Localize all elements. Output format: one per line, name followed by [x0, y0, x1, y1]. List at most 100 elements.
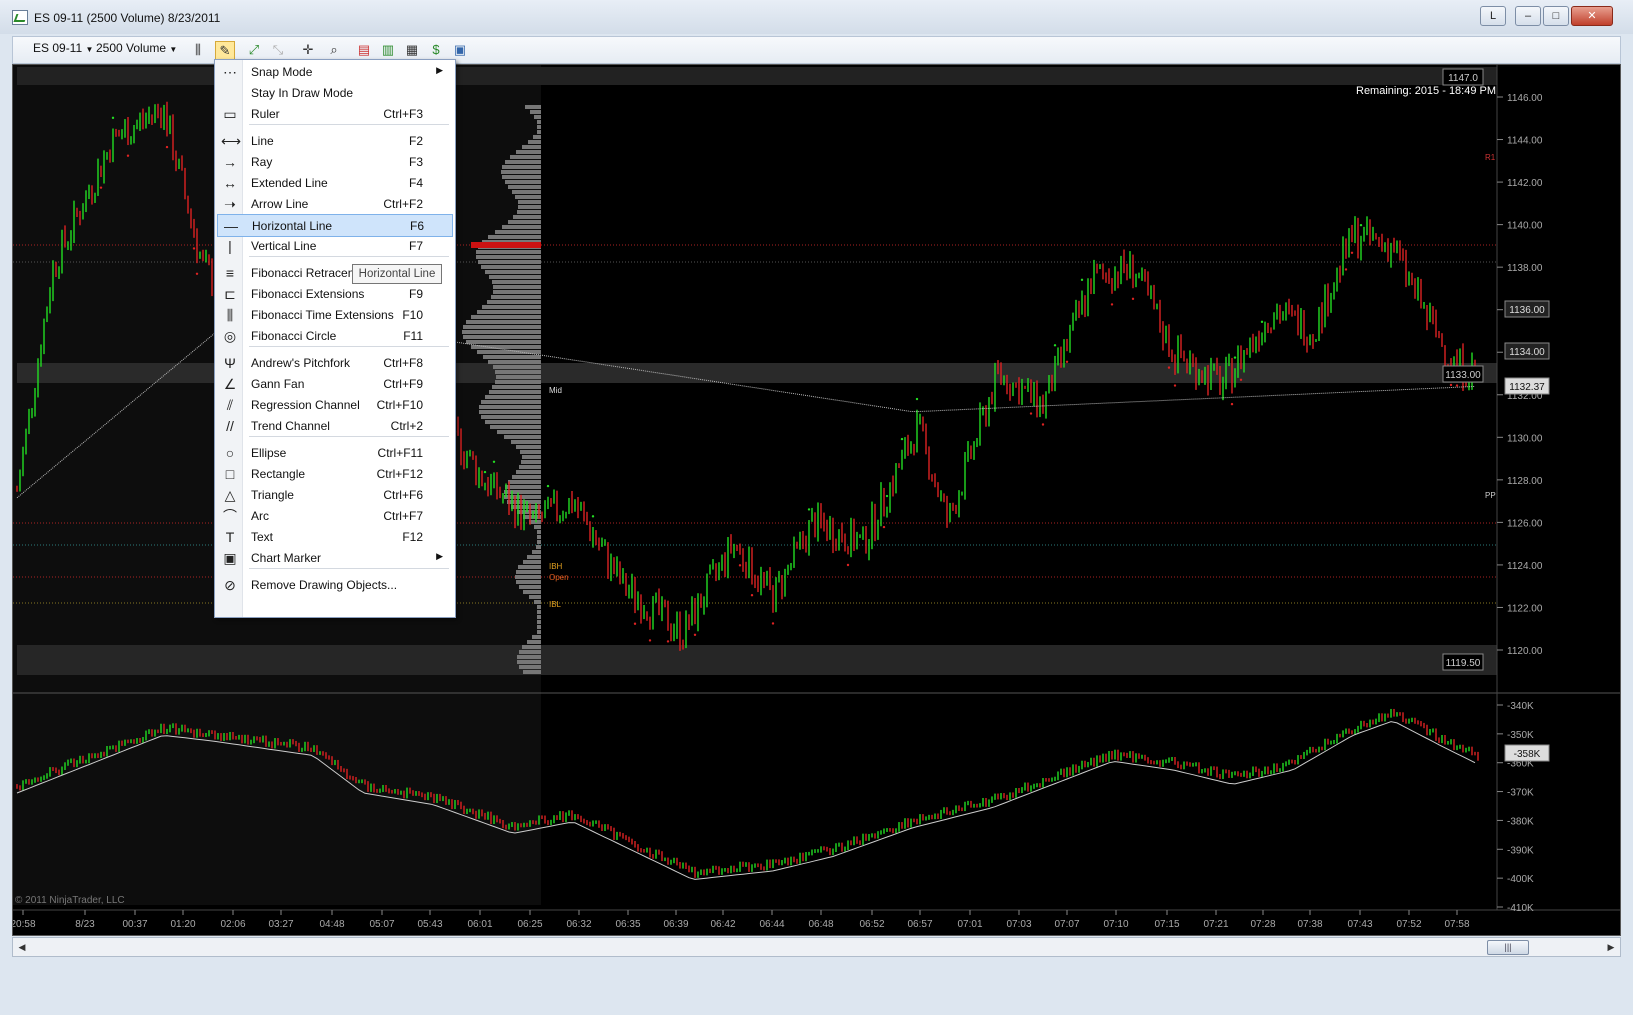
swing-dot: [1131, 297, 1135, 301]
menu-item-fibonacci-time-extensions[interactable]: ⫼ Fibonacci Time Extensions F10: [217, 304, 451, 325]
volume-profile-bar: [525, 105, 541, 109]
volume-profile-bar: [489, 390, 541, 394]
menu-item-ruler[interactable]: ▭ Ruler Ctrl+F3: [217, 103, 451, 124]
time-tick-label: 20:58: [13, 919, 36, 930]
scroll-right-icon[interactable]: ▶: [1604, 940, 1618, 954]
drawing-tools-icon[interactable]: ✎: [215, 41, 235, 61]
volume-profile-bar: [508, 480, 541, 484]
link-button[interactable]: L: [1480, 6, 1506, 26]
templates-icon[interactable]: ▦: [403, 41, 421, 59]
close-button[interactable]: ✕: [1571, 6, 1613, 26]
menu-item-ellipse[interactable]: ○ Ellipse Ctrl+F11: [217, 442, 451, 463]
volume-profile-bar: [537, 530, 541, 534]
indicators-icon[interactable]: ▤: [355, 41, 373, 59]
time-tick-label: 00:37: [122, 919, 147, 930]
period-selector[interactable]: 2500 Volume ▼: [96, 41, 177, 55]
volume-profile-bar: [512, 475, 541, 479]
menu-item-ray[interactable]: → Ray F3: [217, 151, 451, 172]
price-tag-last: 1132.37: [1509, 382, 1545, 393]
volume-profile-bar: [477, 310, 541, 314]
price-tick-label: 1144.00: [1507, 136, 1543, 147]
menu-item-line[interactable]: ⟷ Line F2: [217, 130, 451, 151]
snap-icon: ⋯: [223, 64, 237, 80]
maximize-button[interactable]: □: [1543, 6, 1569, 26]
tooltip: Horizontal Line: [352, 264, 442, 284]
menu-item-shortcut: F4: [408, 176, 423, 190]
swing-dot: [771, 622, 775, 625]
bars-type-icon[interactable]: ⫼: [189, 41, 207, 59]
minimize-button[interactable]: –: [1515, 6, 1541, 26]
swing-dot: [483, 470, 487, 474]
menu-item-fibonacci-circle[interactable]: ◎ Fibonacci Circle F11: [217, 325, 451, 346]
time-tick-label: 07:15: [1154, 919, 1179, 930]
rectangle-icon: □: [225, 466, 235, 482]
scroll-thumb[interactable]: |||: [1487, 940, 1529, 955]
menu-item-label: Fibonacci Extensions: [251, 287, 365, 301]
price-tag-1119: 1119.50: [1446, 658, 1481, 669]
order-entry-icon[interactable]: $: [427, 41, 445, 59]
crosshair-icon[interactable]: ✛: [299, 41, 317, 59]
ibh-label: IBH: [549, 562, 563, 571]
menu-item-label: Stay In Draw Mode: [251, 86, 354, 100]
menu-item-chart-marker[interactable]: ▣ Chart Marker ▶: [217, 547, 451, 568]
menu-item-regression-channel[interactable]: ⫽ Regression Channel Ctrl+F10: [217, 394, 451, 415]
time-tick-label: 02:06: [220, 919, 245, 930]
strategies-icon[interactable]: ▥: [379, 41, 397, 59]
volume-profile-bar: [536, 545, 541, 549]
menu-item-shortcut: Ctrl+F7: [383, 509, 423, 523]
volume-profile-bar: [508, 220, 541, 224]
menu-item-label: Fibonacci Circle: [251, 329, 337, 343]
swing-dot: [648, 639, 652, 642]
r1-label: R1: [1485, 153, 1496, 162]
menu-item-label: Regression Channel: [251, 398, 360, 412]
menu-item-label: Fibonacci Retracem: [251, 266, 358, 280]
horizontal-scrollbar[interactable]: ◀ ||| ▶: [12, 937, 1621, 957]
properties-icon[interactable]: ▣: [451, 41, 469, 59]
price-tick-label: 1126.00: [1507, 518, 1543, 529]
instrument-selector[interactable]: ES 09-11 ▼: [33, 41, 93, 55]
volume-profile-bar: [534, 600, 541, 604]
volume-profile-bar: [502, 165, 541, 169]
menu-item-gann-fan[interactable]: ∠ Gann Fan Ctrl+F9: [217, 373, 451, 394]
menu-item-text[interactable]: T Text F12: [217, 526, 451, 547]
volume-profile-bar: [519, 585, 541, 589]
zoom-in-icon[interactable]: ⤢: [245, 41, 263, 59]
pp-label: PP: [1485, 491, 1496, 500]
menu-item-shortcut: Ctrl+F2: [383, 197, 423, 211]
copyright-text: © 2011 NinjaTrader, LLC: [15, 895, 125, 906]
menu-item-label: Line: [251, 134, 274, 148]
menu-item-rectangle[interactable]: □ Rectangle Ctrl+F12: [217, 463, 451, 484]
volume-profile-bar: [537, 130, 541, 134]
menu-item-arrow-line[interactable]: ➝ Arrow Line Ctrl+F2: [217, 193, 451, 214]
window-title: ES 09-11 (2500 Volume) 8/23/2011: [34, 11, 221, 25]
menu-item-trend-channel[interactable]: // Trend Channel Ctrl+2: [217, 415, 451, 436]
volume-profile-bar: [466, 340, 541, 344]
menu-item-fibonacci-extensions[interactable]: ⊏ Fibonacci Extensions F9: [217, 283, 451, 304]
menu-item-extended-line[interactable]: ↔ Extended Line F4: [217, 172, 451, 193]
menu-item-vertical-line[interactable]: | Vertical Line F7: [217, 235, 451, 256]
menu-item-andrew-s-pitchfork[interactable]: Ψ Andrew's Pitchfork Ctrl+F8: [217, 352, 451, 373]
volume-profile-bar: [511, 440, 541, 444]
zoom-icon[interactable]: ⌕: [325, 41, 343, 59]
menu-item-triangle[interactable]: △ Triangle Ctrl+F6: [217, 484, 451, 505]
trend-channel-icon: //: [226, 418, 234, 434]
menu-item-snap-mode[interactable]: ⋯ Snap Mode ▶: [217, 61, 451, 82]
menu-item-arc[interactable]: ⌒ Arc Ctrl+F7: [217, 505, 451, 526]
volume-profile-bar: [512, 190, 541, 194]
low-band: [17, 645, 1497, 675]
volume-profile-bar: [537, 535, 541, 539]
menu-item-stay-in-draw-mode[interactable]: Stay In Draw Mode: [217, 82, 451, 103]
menu-item-horizontal-line[interactable]: — Horizontal Line F6: [217, 214, 453, 237]
volume-profile-bar: [505, 485, 541, 489]
scroll-left-icon[interactable]: ◀: [15, 940, 29, 954]
line-icon: ⟷: [221, 133, 242, 149]
pitchfork-icon: Ψ: [224, 355, 236, 371]
menu-item-remove-drawing-objects[interactable]: ⊘ Remove Drawing Objects...: [217, 574, 451, 595]
volume-profile-bar: [529, 520, 541, 524]
volume-tick-label: -340K: [1507, 701, 1534, 712]
zoom-out-icon[interactable]: ⤡: [269, 41, 287, 59]
menu-item-label: Chart Marker: [251, 551, 322, 565]
volume-profile-bar: [501, 170, 541, 174]
menu-item-label: Ruler: [251, 107, 280, 121]
swing-dot: [738, 564, 742, 567]
